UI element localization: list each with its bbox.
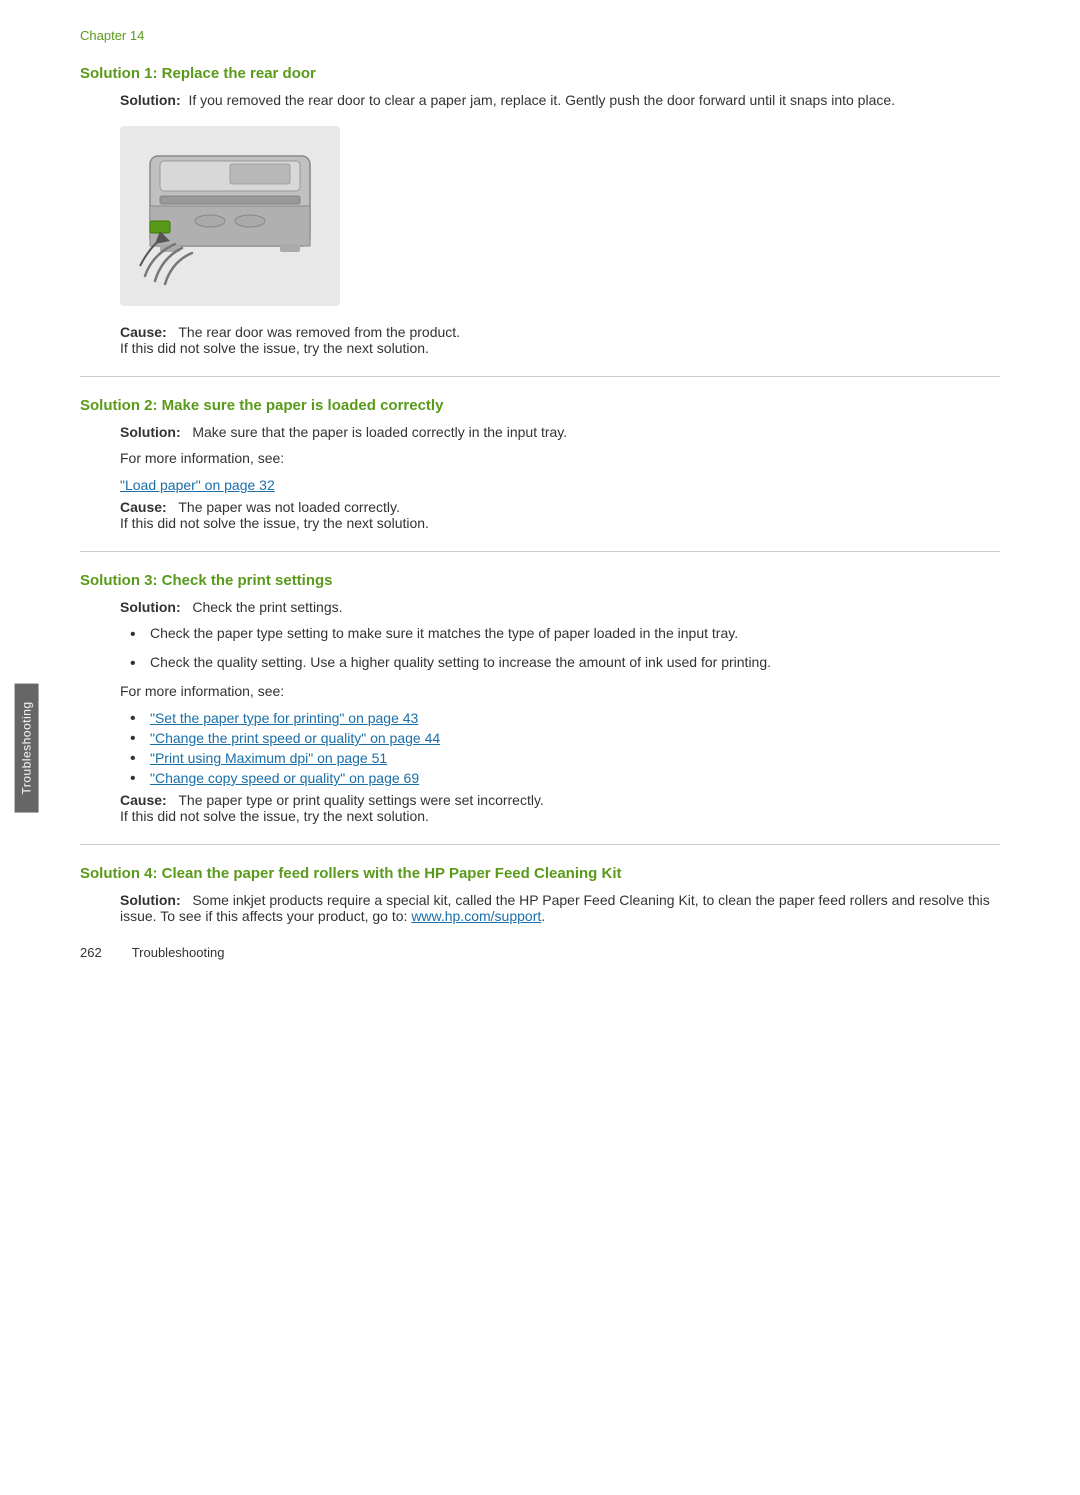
solution-3-content: Check the print settings. bbox=[192, 599, 342, 615]
chapter-label: Chapter 14 bbox=[80, 28, 1000, 43]
solution-3-bullet-list: Check the paper type setting to make sur… bbox=[120, 623, 1000, 673]
solution-4-section: Solution 4: Clean the paper feed rollers… bbox=[80, 865, 1000, 924]
divider-2 bbox=[80, 551, 1000, 552]
solution-1-section: Solution 1: Replace the rear door Soluti… bbox=[80, 65, 1000, 356]
solution-2-section: Solution 2: Make sure the paper is loade… bbox=[80, 397, 1000, 531]
solution-1-body: Solution: If you removed the rear door t… bbox=[80, 92, 1000, 108]
cause-1-label: Cause: bbox=[120, 324, 167, 340]
link-item-3[interactable]: "Print using Maximum dpi" on page 51 bbox=[130, 750, 1000, 766]
solution-2-content: Make sure that the paper is loaded corre… bbox=[192, 424, 567, 440]
bullet-item-2: Check the quality setting. Use a higher … bbox=[130, 652, 1000, 673]
hp-support-link[interactable]: www.hp.com/support bbox=[411, 908, 541, 924]
printer-rear-door-image bbox=[120, 126, 340, 306]
link-item-1[interactable]: "Set the paper type for printing" on pag… bbox=[130, 710, 1000, 726]
link-item-2[interactable]: "Change the print speed or quality" on p… bbox=[130, 730, 1000, 746]
solution-2-link[interactable]: "Load paper" on page 32 bbox=[120, 477, 1000, 493]
solution-1-cause: Cause: The rear door was removed from th… bbox=[120, 324, 1000, 340]
solution-2-text: Solution: Make sure that the paper is lo… bbox=[120, 424, 1000, 440]
solution-3-cause: Cause: The paper type or print quality s… bbox=[120, 792, 1000, 808]
solution-4-text: Solution: Some inkjet products require a… bbox=[120, 892, 1000, 924]
solution-4-content: Some inkjet products require a special k… bbox=[120, 892, 990, 924]
solution-2-for-more-info: For more information, see: bbox=[120, 448, 1000, 469]
solution-3-next: If this did not solve the issue, try the… bbox=[120, 808, 1000, 824]
solution-3-link-list: "Set the paper type for printing" on pag… bbox=[120, 710, 1000, 786]
solution-1-label: Solution: bbox=[120, 92, 181, 108]
printer-illustration-svg bbox=[130, 136, 330, 296]
sidebar-troubleshooting-tab: Troubleshooting bbox=[15, 683, 39, 812]
solution-2-body: Solution: Make sure that the paper is lo… bbox=[80, 424, 1000, 531]
cause-1-text: The rear door was removed from the produ… bbox=[178, 324, 460, 340]
sidebar-tab-label: Troubleshooting bbox=[20, 701, 34, 794]
solution-4-link-container[interactable]: www.hp.com/support. bbox=[411, 908, 545, 924]
solution-3-label: Solution: bbox=[120, 599, 181, 615]
solution-4-heading: Solution 4: Clean the paper feed rollers… bbox=[80, 865, 1000, 882]
max-dpi-link[interactable]: "Print using Maximum dpi" on page 51 bbox=[150, 750, 387, 766]
solution-2-cause: Cause: The paper was not loaded correctl… bbox=[120, 499, 1000, 515]
load-paper-link[interactable]: "Load paper" on page 32 bbox=[120, 477, 275, 493]
cause-2-label: Cause: bbox=[120, 499, 167, 515]
solution-1-text: Solution: If you removed the rear door t… bbox=[120, 92, 1000, 108]
solution-4-label: Solution: bbox=[120, 892, 181, 908]
bullet-item-1: Check the paper type setting to make sur… bbox=[130, 623, 1000, 644]
copy-speed-link[interactable]: "Change copy speed or quality" on page 6… bbox=[150, 770, 419, 786]
solution-2-next: If this did not solve the issue, try the… bbox=[120, 515, 1000, 531]
solution-2-heading: Solution 2: Make sure the paper is loade… bbox=[80, 397, 1000, 414]
solution-4-body: Solution: Some inkjet products require a… bbox=[80, 892, 1000, 924]
solution-3-for-more-info: For more information, see: bbox=[120, 681, 1000, 702]
divider-1 bbox=[80, 376, 1000, 377]
page-number: 262 bbox=[80, 945, 102, 960]
footer-section-label: Troubleshooting bbox=[132, 945, 225, 960]
cause-2-text: The paper was not loaded correctly. bbox=[178, 499, 400, 515]
solution-3-section: Solution 3: Check the print settings Sol… bbox=[80, 572, 1000, 824]
cause-3-text: The paper type or print quality settings… bbox=[178, 792, 543, 808]
cause-3-label: Cause: bbox=[120, 792, 167, 808]
solution-1-content: If you removed the rear door to clear a … bbox=[188, 92, 895, 108]
solution-3-body: Solution: Check the print settings. Chec… bbox=[80, 599, 1000, 824]
page-footer: 262 Troubleshooting bbox=[80, 945, 224, 960]
solution-2-label: Solution: bbox=[120, 424, 181, 440]
solution-1-next: If this did not solve the issue, try the… bbox=[120, 340, 1000, 356]
solution-1-heading: Solution 1: Replace the rear door bbox=[80, 65, 1000, 82]
paper-type-link[interactable]: "Set the paper type for printing" on pag… bbox=[150, 710, 418, 726]
divider-3 bbox=[80, 844, 1000, 845]
solution-3-intro: Solution: Check the print settings. bbox=[120, 599, 1000, 615]
solution-1-cause-block: Cause: The rear door was removed from th… bbox=[80, 324, 1000, 356]
solution-3-heading: Solution 3: Check the print settings bbox=[80, 572, 1000, 589]
solution-4-link-suffix: . bbox=[541, 908, 545, 924]
print-speed-link[interactable]: "Change the print speed or quality" on p… bbox=[150, 730, 440, 746]
link-item-4[interactable]: "Change copy speed or quality" on page 6… bbox=[130, 770, 1000, 786]
